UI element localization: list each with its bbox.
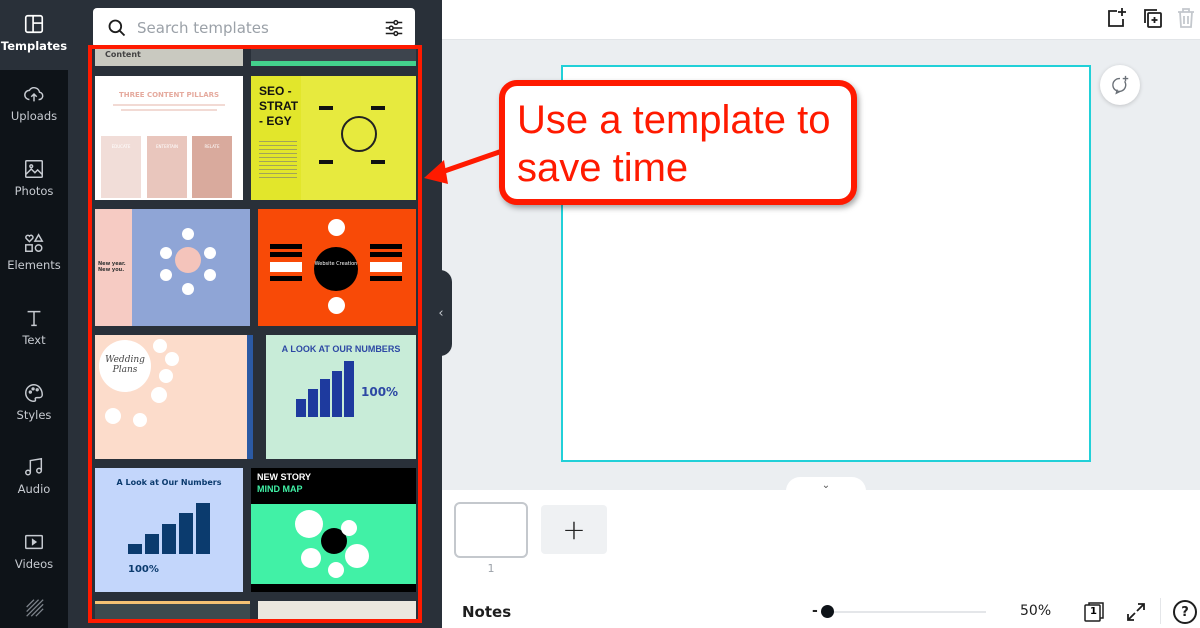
canva-editor: Templates Uploads Photos Elements Text S…	[0, 0, 1200, 628]
page-number: 1	[487, 562, 495, 575]
fullscreen-icon[interactable]	[1124, 600, 1148, 624]
template-card[interactable]: Content	[95, 48, 243, 66]
template-stat: 100%	[361, 385, 399, 399]
sidebar-item-label: Templates	[0, 39, 68, 53]
chevron-left-icon: ‹	[438, 305, 444, 321]
text-icon	[27, 310, 41, 327]
add-comment-button[interactable]	[1100, 65, 1140, 105]
cloud-upload-icon	[24, 86, 44, 102]
template-card[interactable]: New year. New you.	[95, 209, 250, 326]
template-grid: Content THREE CONTENT PILLARS EDUCATE EN…	[93, 48, 416, 623]
search-input[interactable]	[137, 19, 383, 37]
pillar-label: RELATE	[204, 144, 220, 149]
toolbar-divider	[1160, 598, 1161, 624]
template-title: SEO - STRAT - EGY	[259, 84, 299, 128]
template-card[interactable]: SEO - STRAT - EGY	[251, 76, 416, 200]
template-card[interactable]: THREE CONTENT PILLARS EDUCATE ENTERTAIN …	[95, 76, 243, 200]
sidebar-item-text[interactable]: Text	[0, 290, 68, 364]
search-icon	[108, 19, 126, 37]
callout-box: Use a template to save time	[499, 80, 857, 205]
page-count: 1	[1090, 606, 1097, 617]
template-title: THREE CONTENT PILLARS	[118, 91, 220, 99]
sidebar-item-label: Videos	[14, 557, 54, 571]
template-card[interactable]	[95, 601, 250, 623]
template-title: Content	[105, 50, 141, 59]
background-pattern-icon	[26, 599, 44, 617]
zoom-out-icon[interactable]: -	[812, 603, 818, 619]
music-icon	[25, 457, 43, 476]
template-card[interactable]: Wedding Plans	[95, 335, 253, 459]
sidebar-item-styles[interactable]: Styles	[0, 365, 68, 439]
sidebar-item-label: Audio	[17, 482, 51, 496]
template-card[interactable]	[258, 601, 416, 623]
sidebar-item-label: Elements	[7, 258, 61, 272]
add-page-button[interactable]: +	[541, 505, 607, 554]
templates-icon	[24, 14, 44, 34]
filter-icon[interactable]	[383, 17, 405, 39]
callout-text: Use a template to save time	[517, 98, 831, 190]
zoom-slider-track[interactable]	[824, 611, 986, 613]
template-title: New year. New you.	[98, 261, 126, 273]
pages-toggle-button[interactable]: ⌄	[786, 477, 866, 493]
template-subtitle: MIND MAP	[257, 484, 303, 494]
template-stat: 100%	[128, 564, 159, 575]
sidebar-item-videos[interactable]: Videos	[0, 514, 68, 588]
search-bar	[93, 8, 415, 48]
sidebar-item-label: Uploads	[10, 109, 58, 123]
template-card[interactable]: NEW STORY MIND MAP	[251, 468, 416, 592]
template-card[interactable]: A LOOK AT OUR NUMBERS 100%	[266, 335, 416, 459]
delete-page-icon[interactable]	[1174, 6, 1198, 30]
chevron-down-icon: ⌄	[821, 479, 831, 491]
template-card[interactable]: Website Creation	[258, 209, 416, 326]
template-title: NEW STORY	[257, 472, 312, 482]
sidebar-item-label: Photos	[14, 184, 54, 198]
top-toolbar	[442, 0, 1200, 40]
collapse-panel-button[interactable]: ‹	[430, 270, 452, 356]
page-count-button[interactable]: 1	[1082, 600, 1106, 624]
pillar-label: EDUCATE	[111, 144, 131, 149]
sidebar-item-templates[interactable]: Templates	[0, 0, 68, 70]
zoom-level[interactable]: 50%	[1020, 603, 1051, 619]
pillar-label: ENTERTAIN	[155, 144, 179, 149]
sidebar-item-uploads[interactable]: Uploads	[0, 66, 68, 140]
video-icon	[25, 534, 43, 550]
page-thumbnail[interactable]	[454, 502, 528, 558]
image-icon	[25, 160, 43, 178]
sidebar-item-audio[interactable]: Audio	[0, 439, 68, 513]
sidebar-item-label: Text	[22, 333, 46, 347]
template-title: Website Creation	[314, 261, 358, 267]
notes-button[interactable]: Notes	[462, 603, 511, 621]
help-icon: ?	[1181, 604, 1189, 620]
comment-add-icon	[1112, 75, 1129, 95]
template-card[interactable]: A Look at Our Numbers 100%	[95, 468, 243, 592]
zoom-slider-handle[interactable]	[820, 605, 834, 618]
sidebar-item-photos[interactable]: Photos	[0, 141, 68, 215]
add-page-icon[interactable]	[1104, 6, 1128, 30]
shapes-icon	[25, 233, 44, 252]
template-title: Wedding Plans	[105, 355, 145, 375]
sidebar-rail: Templates Uploads Photos Elements Text S…	[0, 0, 68, 628]
sidebar-item-elements[interactable]: Elements	[0, 215, 68, 289]
template-title: A Look at Our Numbers	[116, 478, 222, 487]
help-button[interactable]: ?	[1173, 600, 1197, 624]
template-title: A LOOK AT OUR NUMBERS	[281, 344, 401, 354]
template-card[interactable]	[251, 48, 416, 66]
sidebar-item-label: Styles	[16, 408, 52, 422]
palette-icon	[25, 384, 43, 402]
duplicate-page-icon[interactable]	[1140, 6, 1164, 30]
sidebar-item-more[interactable]	[0, 590, 68, 628]
